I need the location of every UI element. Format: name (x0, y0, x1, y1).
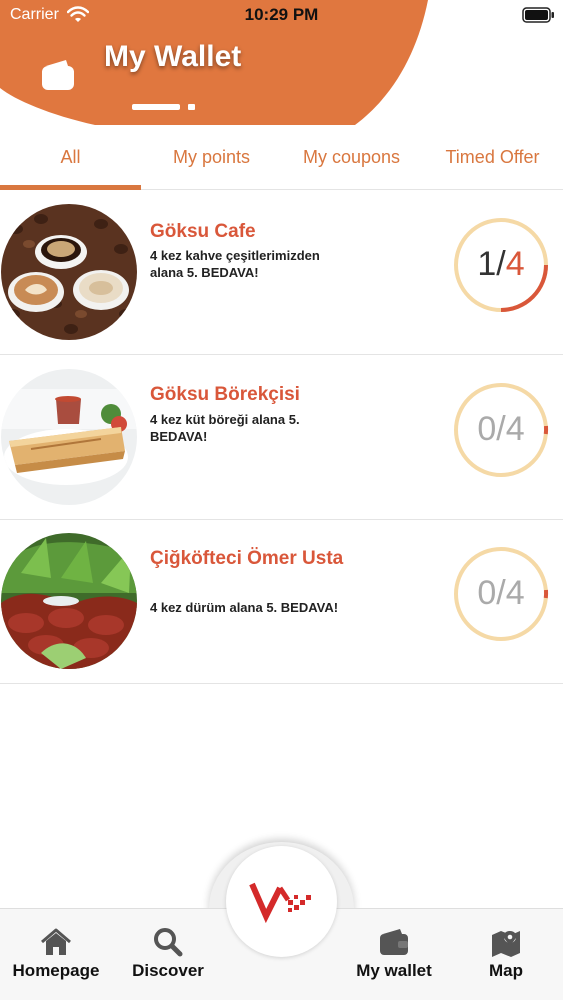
list-item[interactable]: Göksu Cafe 4 kez kahve çeşitlerimizden a… (0, 190, 563, 355)
list-item[interactable]: Çiğköfteci Ömer Usta 4 kez dürüm alana 5… (0, 519, 563, 684)
list-item[interactable]: Göksu Börekçisi 4 kez küt böreği alana 5… (0, 355, 563, 520)
stamp-count: 1/4 (452, 244, 550, 284)
wallet-icon (380, 929, 408, 955)
page-indicator-dot (188, 104, 195, 110)
tab-discover[interactable]: Discover (113, 927, 223, 987)
reward-description: 4 kez kahve çeşitlerimizden alana 5. BED… (150, 248, 320, 280)
tab-homepage[interactable]: Homepage (1, 927, 111, 987)
shop-name: Göksu Börekçisi (150, 384, 300, 405)
clock: 10:29 PM (244, 5, 319, 24)
stamps-collected: 0 (477, 410, 497, 448)
status-bar: Carrier 10:29 PM (0, 0, 563, 30)
stamp-progress-ring: 0/4 (452, 381, 550, 479)
brand-logo-icon (249, 882, 311, 924)
stamp-count: 0/4 (452, 573, 550, 613)
tab-my-points[interactable]: My points (141, 126, 282, 189)
page-indicator-active (132, 104, 180, 110)
stamp-progress-ring: 0/4 (452, 545, 550, 643)
map-icon (492, 931, 520, 957)
tab-label: My wallet (356, 961, 432, 980)
shop-name: Çiğköfteci Ömer Usta (150, 548, 344, 569)
shop-name: Göksu Cafe (150, 221, 256, 242)
tab-timed-offer[interactable]: Timed Offer (422, 126, 563, 189)
tab-map[interactable]: Map (451, 927, 561, 987)
tab-my-wallet[interactable]: My wallet (339, 927, 449, 987)
filter-tabs: All My points My coupons Timed Offer (0, 126, 563, 190)
stamp-separator: / (496, 410, 506, 448)
search-icon (154, 928, 183, 957)
tab-my-coupons[interactable]: My coupons (281, 126, 422, 189)
borek-photo (1, 369, 137, 505)
stamp-separator: / (496, 245, 506, 283)
stamp-separator: / (496, 574, 506, 612)
reward-description: 4 kez dürüm alana 5. BEDAVA! (150, 600, 339, 615)
stamp-count: 0/4 (452, 409, 550, 449)
stamps-total: 4 (505, 574, 525, 612)
stamp-progress-ring: 1/4 (452, 216, 550, 314)
reward-description: 4 kez küt böreği alana 5. BEDAVA! (150, 412, 300, 444)
tab-label: Homepage (12, 961, 100, 980)
stamps-total: 4 (505, 245, 525, 283)
stamps-collected: 0 (477, 574, 497, 612)
home-icon (41, 928, 71, 955)
tab-label: Discover (132, 961, 204, 980)
tab-all[interactable]: All (0, 126, 141, 189)
stamps-collected: 1 (477, 245, 497, 283)
battery-icon (522, 7, 554, 23)
coffee-photo (1, 204, 137, 340)
stamps-total: 4 (505, 410, 525, 448)
tab-label: Map (489, 961, 523, 980)
cigkofte-photo (1, 533, 137, 669)
center-home-button[interactable] (226, 846, 337, 957)
page-title: My Wallet (104, 40, 242, 73)
wallet-icon (42, 60, 74, 90)
